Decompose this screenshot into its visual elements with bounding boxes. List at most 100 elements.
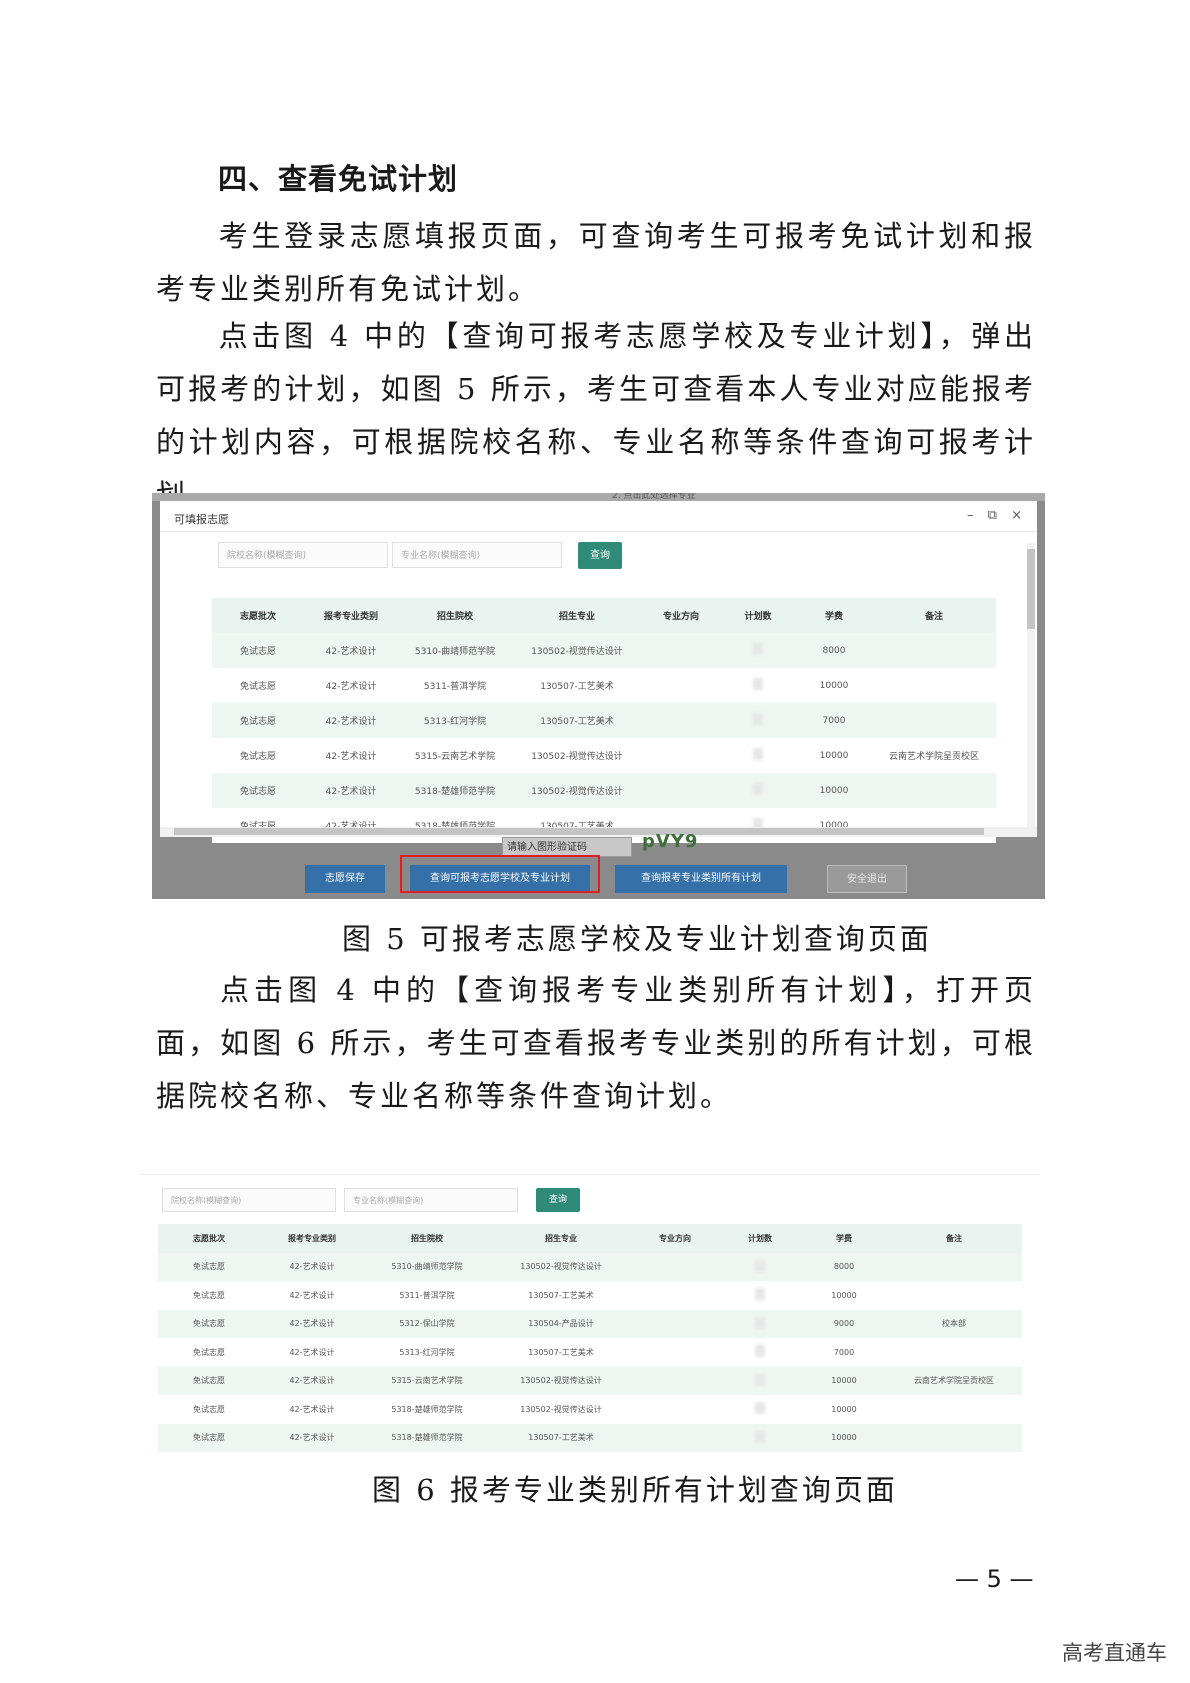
cell: 42-艺术设计	[260, 1281, 364, 1310]
column-header: 招生专业	[490, 1224, 632, 1253]
query-button[interactable]: 查询	[536, 1188, 580, 1212]
major-search-input[interactable]: 专业名称(模糊查询)	[344, 1188, 518, 1212]
table-row[interactable]: 免试志愿42-艺术设计5318-楚雄师范学院130507-工艺美术 10000	[158, 1423, 1022, 1452]
cell: 5313-红河学院	[364, 1338, 490, 1367]
column-header: 计划数	[718, 1224, 802, 1253]
cell: 免试志愿	[158, 1281, 260, 1310]
cell: 校本部	[886, 1309, 1022, 1338]
cell	[886, 1423, 1022, 1452]
table-row[interactable]: 免试志愿 42-艺术设计 5315-云南艺术学院 130502-视觉传达设计 10000…	[212, 738, 996, 773]
cell	[642, 703, 720, 738]
cell: 130507-工艺美术	[512, 703, 642, 738]
column-header: 专业方向	[632, 1224, 718, 1253]
captcha-image: pVY9	[642, 831, 699, 852]
watermark-text: 高考直通车	[1062, 1641, 1167, 1665]
cell: 10000	[802, 1395, 886, 1424]
modal-title: 可填报志愿	[174, 513, 229, 526]
redacted-mark	[755, 1402, 765, 1415]
vertical-scroll-thumb[interactable]	[1027, 549, 1035, 629]
cell: 42-艺术设计	[304, 633, 398, 668]
cell: 130502-视觉传达设计	[490, 1252, 632, 1281]
cell	[632, 1366, 718, 1395]
redacted-mark	[755, 1259, 765, 1272]
redacted-mark	[755, 1373, 765, 1386]
column-header: 学费	[802, 1224, 886, 1253]
cell: 42-艺术设计	[260, 1252, 364, 1281]
cell: 130502-视觉传达设计	[490, 1366, 632, 1395]
cell: 42-艺术设计	[260, 1366, 364, 1395]
cell: 8000	[796, 633, 872, 668]
cell: 10000	[802, 1366, 886, 1395]
cell: 9000	[802, 1309, 886, 1338]
table-row[interactable]: 免试志愿 42-艺术设计 5313-红河学院 130507-工艺美术 7000	[158, 1338, 1022, 1367]
cell: 10000	[802, 1281, 886, 1310]
major-search-input[interactable]: 专业名称(模糊查询)	[392, 542, 562, 568]
cell: 42-艺术设计	[304, 738, 398, 773]
table-row[interactable]: 免试志愿 42-艺术设计 5318-楚雄师范学院 130502-视觉传达设计 10000	[158, 1395, 1022, 1424]
captcha-input[interactable]: 请输入图形验证码	[502, 837, 632, 857]
redacted-mark	[753, 783, 763, 795]
cell: 免试志愿	[212, 633, 304, 668]
cell-plan-count-redacted	[718, 1366, 802, 1395]
cell	[632, 1252, 718, 1281]
cell: 42-艺术设计	[260, 1395, 364, 1424]
window-controls[interactable]: – ⧉ ×	[967, 508, 1027, 523]
cell: 7000	[796, 703, 872, 738]
cell: 免试志愿	[158, 1423, 260, 1452]
column-header: 报考专业类别	[304, 598, 398, 633]
cell: 免试志愿	[212, 773, 304, 808]
query-all-plans-button[interactable]: 查询报考专业类别所有计划	[615, 865, 787, 893]
cell: 130502-视觉传达设计	[512, 633, 642, 668]
cell-plan-count-redacted	[718, 1423, 802, 1452]
cell: 10000	[802, 1423, 886, 1452]
cell: 免试志愿	[158, 1395, 260, 1424]
figure-5-caption: 图 5 可报考志愿学校及专业计划查询页面	[342, 922, 932, 956]
cell	[632, 1423, 718, 1452]
cell-plan-count-redacted	[720, 773, 796, 808]
cell-plan-count-redacted	[718, 1252, 802, 1281]
column-header: 备注	[872, 598, 996, 633]
plans-table: 志愿批次 报考专业类别 招生院校 招生专业 专业方向 计划数 学费 备注 免试志…	[212, 598, 996, 843]
cell: 42-艺术设计	[304, 703, 398, 738]
section-heading: 四、查看免试计划	[218, 162, 459, 196]
cell: 130502-视觉传达设计	[512, 738, 642, 773]
cell: 130507-工艺美术	[490, 1281, 632, 1310]
cell: 5311-普洱学院	[364, 1281, 490, 1310]
cell: 云南艺术学院呈贡校区	[872, 738, 996, 773]
cell	[886, 1281, 1022, 1310]
column-header: 专业方向	[642, 598, 720, 633]
table-row[interactable]: 免试志愿 42-艺术设计 5312-保山学院 130504-产品设计 9000 校本部	[158, 1309, 1022, 1338]
cell: 5318-楚雄师范学院	[364, 1395, 490, 1424]
cell: 7000	[802, 1338, 886, 1367]
cell-plan-count-redacted	[720, 738, 796, 773]
table-row[interactable]: 免试志愿 42-艺术设计 5311-普洱学院 130507-工艺美术 10000	[158, 1281, 1022, 1310]
table-header-row: 志愿批次 报考专业类别 招生院校 招生专业 专业方向 计划数 学费 备注	[158, 1224, 1022, 1253]
school-search-input[interactable]: 院校名称(模糊查询)	[162, 1188, 336, 1212]
table-row[interactable]: 免试志愿 42-艺术设计 5315-云南艺术学院 130502-视觉传达设计 10000…	[158, 1366, 1022, 1395]
redacted-mark	[753, 748, 763, 760]
school-search-input[interactable]: 院校名称(模糊查询)	[218, 542, 388, 568]
horizontal-scroll-thumb[interactable]	[174, 828, 984, 835]
table-row[interactable]: 免试志愿 42-艺术设计 5318-楚雄师范学院 130502-视觉传达设计 10000	[212, 773, 996, 808]
save-choices-button[interactable]: 志愿保存	[305, 865, 385, 893]
column-header: 志愿批次	[158, 1224, 260, 1253]
cell: 130504-产品设计	[490, 1309, 632, 1338]
table-row[interactable]: 免试志愿 42-艺术设计 5311-普洱学院 130507-工艺美术 10000	[212, 668, 996, 703]
cell-plan-count-redacted	[718, 1395, 802, 1424]
query-button[interactable]: 查询	[578, 542, 622, 569]
table-row[interactable]: 免试志愿 42-艺术设计 5310-曲靖师范学院 130502-视觉传达设计 8000	[212, 633, 996, 668]
logout-button[interactable]: 安全退出	[827, 865, 907, 893]
cell	[642, 738, 720, 773]
cell: 免试志愿	[212, 738, 304, 773]
table-row[interactable]: 免试志愿 42-艺术设计 5310-曲靖师范学院 130502-视觉传达设计 8000	[158, 1252, 1022, 1281]
column-header: 学费	[796, 598, 872, 633]
cell: 130507-工艺美术	[490, 1423, 632, 1452]
cell: 130507-工艺美术	[490, 1338, 632, 1367]
cell	[632, 1309, 718, 1338]
redacted-mark	[753, 643, 763, 655]
cell: 5312-保山学院	[364, 1309, 490, 1338]
table-header-row: 志愿批次 报考专业类别 招生院校 招生专业 专业方向 计划数 学费 备注	[212, 598, 996, 633]
paragraph-figure6-text: 点击图 4 中的【查询报考专业类别所有计划】，打开页面，如图 6 所示，考生可查…	[156, 973, 1036, 1113]
table-row[interactable]: 免试志愿 42-艺术设计 5313-红河学院 130507-工艺美术 7000	[212, 703, 996, 738]
cell	[872, 668, 996, 703]
